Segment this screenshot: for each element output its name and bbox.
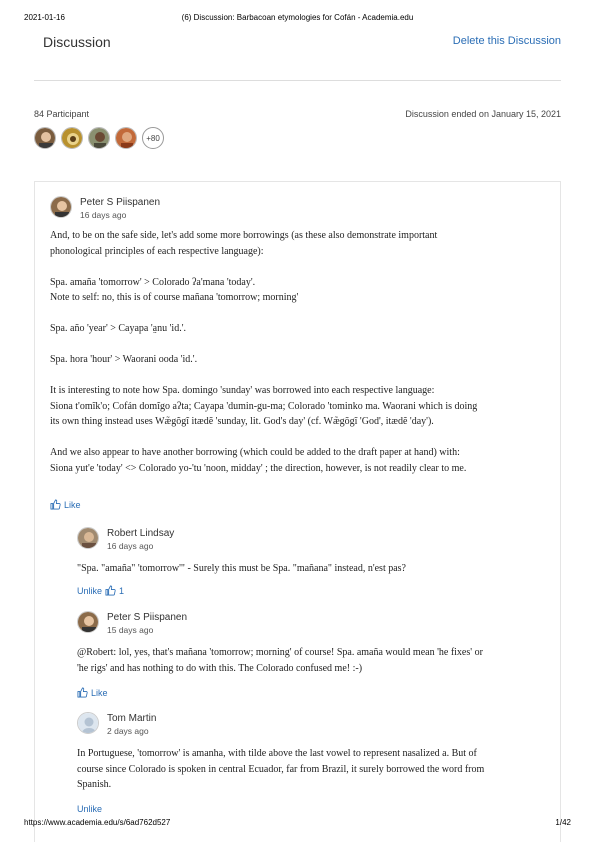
avatar[interactable] bbox=[50, 196, 72, 218]
print-title: (6) Discussion: Barbacoan etymologies fo… bbox=[181, 13, 414, 22]
comment-author[interactable]: Peter S Piispanen bbox=[80, 197, 160, 208]
comment-line: Note to self: no, this is of course maña… bbox=[50, 292, 299, 303]
reply: Peter S Piispanen 15 days ago @Robert: l… bbox=[77, 611, 557, 706]
comment-body: In Portuguese, 'tomorrow' is amanha, wit… bbox=[77, 746, 484, 793]
comment-line: "Spa. "amaña" 'tomorrow'" - Surely this … bbox=[77, 563, 406, 574]
unlike-button[interactable]: Unlike 1 bbox=[77, 585, 124, 596]
avatar[interactable] bbox=[34, 127, 56, 149]
comment-author[interactable]: Peter S Piispanen bbox=[107, 612, 187, 623]
reply: Robert Lindsay 16 days ago "Spa. "amaña"… bbox=[77, 527, 557, 602]
comment-body: @Robert: lol, yes, that's mañana 'tomorr… bbox=[77, 645, 483, 676]
comment-line bbox=[50, 368, 477, 384]
comment-body: And, to be on the safe side, let's add s… bbox=[50, 228, 477, 476]
print-page-number: 1/42 bbox=[555, 818, 571, 827]
comment-line: @Robert: lol, yes, that's mañana 'tomorr… bbox=[77, 647, 483, 658]
comment-timestamp: 16 days ago bbox=[107, 541, 154, 551]
comment-line bbox=[50, 306, 477, 322]
like-label: Like bbox=[64, 499, 81, 510]
comment-line: Spanish. bbox=[77, 779, 112, 790]
comment-author[interactable]: Robert Lindsay bbox=[107, 528, 174, 539]
comment-line bbox=[50, 430, 477, 446]
more-participants-badge[interactable]: +80 bbox=[142, 127, 164, 149]
comment-line: 'he rigs' and has nothing to do with thi… bbox=[77, 662, 363, 674]
like-button[interactable]: Like bbox=[50, 499, 81, 510]
comment-line: It is interesting to note how Spa. domin… bbox=[50, 385, 435, 396]
avatar[interactable] bbox=[115, 127, 137, 149]
header-divider bbox=[34, 80, 561, 81]
comment-line: Spa. año 'year' > Cayapa 'a̤nu 'id.'. bbox=[50, 323, 186, 334]
comment-timestamp: 2 days ago bbox=[107, 726, 149, 736]
like-label: Like bbox=[91, 687, 108, 698]
thumbs-up-icon bbox=[105, 585, 116, 596]
comment-timestamp: 16 days ago bbox=[80, 210, 127, 220]
unlike-label: Unlike bbox=[77, 585, 103, 596]
participant-count: 84 Participant bbox=[34, 109, 90, 119]
unlike-label: Unlike bbox=[77, 804, 103, 814]
comment-line: phonological principles of each respecti… bbox=[50, 245, 264, 257]
avatar[interactable] bbox=[77, 527, 99, 549]
print-header: 2021-01-16 (6) Discussion: Barbacoan ety… bbox=[24, 13, 571, 25]
unlike-button[interactable]: Unlike bbox=[77, 804, 102, 814]
like-count: 1 bbox=[119, 585, 125, 596]
comment-line: And we also appear to have another borro… bbox=[50, 447, 460, 458]
comment-line: In Portuguese, 'tomorrow' is amanha, wit… bbox=[77, 748, 477, 759]
comment-line: Spa. hora 'hour' > Waorani ooda 'id.'. bbox=[50, 354, 198, 365]
comment-author[interactable]: Tom Martin bbox=[107, 713, 156, 724]
comment-line: course since Colorado is spoken in centr… bbox=[77, 763, 485, 775]
like-button[interactable]: Like bbox=[77, 687, 108, 698]
comment-timestamp: 15 days ago bbox=[107, 625, 154, 635]
discussion-ended-note: Discussion ended on January 15, 2021 bbox=[405, 109, 561, 119]
thumbs-up-icon bbox=[77, 687, 88, 698]
delete-discussion-link[interactable]: Delete this Discussion bbox=[453, 35, 561, 47]
discussion-thread: Peter S Piispanen 16 days ago And, to be… bbox=[34, 181, 561, 842]
comment-line bbox=[50, 337, 477, 353]
comment-line bbox=[50, 259, 477, 275]
comment-line: Siona t'omĩk'o; Cofán domĩgo aʔta; Cayap… bbox=[50, 400, 478, 412]
print-footer: https://www.academia.edu/s/6ad762d527 1/… bbox=[24, 818, 571, 830]
comment-line: Siona yut'e 'today' <> Colorado yo-'tu '… bbox=[50, 462, 467, 474]
page-title: Discussion bbox=[43, 34, 111, 50]
comment-line: its own thing instead uses Wæ̃gõgĩ itædẽ… bbox=[50, 416, 434, 427]
avatar[interactable] bbox=[77, 712, 99, 734]
avatar[interactable] bbox=[61, 127, 83, 149]
comment-body: "Spa. "amaña" 'tomorrow'" - Surely this … bbox=[77, 561, 406, 577]
thumbs-up-icon bbox=[50, 499, 61, 510]
reply: Tom Martin 2 days ago In Portuguese, 'to… bbox=[77, 712, 557, 817]
comment-line: And, to be on the safe side, let's add s… bbox=[50, 230, 438, 241]
print-url: https://www.academia.edu/s/6ad762d527 bbox=[24, 818, 171, 827]
avatar[interactable] bbox=[77, 611, 99, 633]
comment: Peter S Piispanen 16 days ago And, to be… bbox=[50, 196, 550, 516]
participant-avatars: +80 bbox=[34, 127, 164, 151]
comment-line: Spa. amaña 'tomorrow' > Colorado ʔa'mana… bbox=[50, 276, 256, 288]
avatar[interactable] bbox=[88, 127, 110, 149]
